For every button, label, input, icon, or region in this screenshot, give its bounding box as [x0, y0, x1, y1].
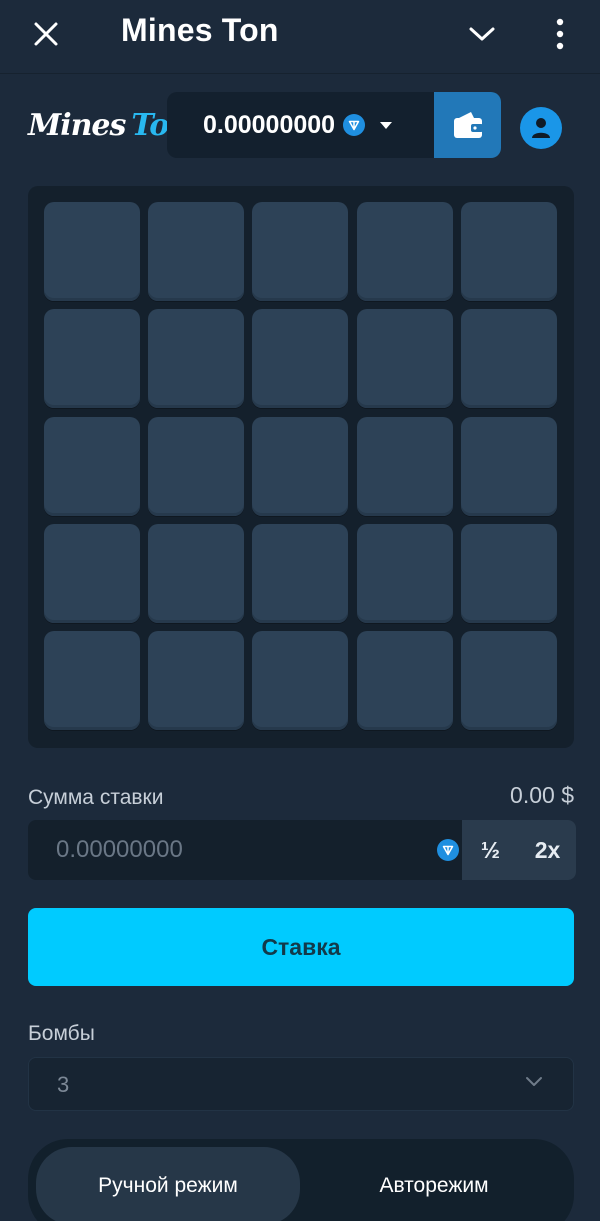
mine-tile[interactable] — [148, 631, 245, 731]
mine-tile[interactable] — [460, 202, 557, 301]
mine-tile[interactable] — [44, 416, 140, 516]
bombs-selected-value: 3 — [57, 1072, 70, 1097]
bet-amount-input[interactable]: 0.00000000 — [56, 836, 183, 864]
mine-tile[interactable] — [252, 523, 349, 623]
caret-down-icon — [380, 122, 393, 129]
mine-tile[interactable] — [252, 202, 349, 301]
balance-amount: 0.00000000 — [203, 110, 336, 139]
mine-tile[interactable] — [148, 416, 245, 516]
mine-tile[interactable] — [356, 523, 453, 623]
mine-tile[interactable] — [252, 309, 349, 409]
ton-icon — [343, 114, 366, 136]
tab-auto-mode[interactable]: Авторежим — [302, 1147, 566, 1221]
bet-usd-value: 0.00 $ — [510, 782, 574, 808]
mine-tile[interactable] — [460, 523, 557, 623]
bet-amount-label: Сумма ставки — [28, 786, 164, 809]
mine-tile[interactable] — [460, 309, 557, 409]
mine-tile[interactable] — [460, 416, 557, 516]
bet-multiplier-buttons: ½ 2x — [462, 820, 576, 880]
stake-button[interactable]: Ставка — [28, 908, 574, 986]
ton-icon — [437, 839, 459, 861]
mine-tile[interactable] — [44, 523, 140, 623]
mine-tile[interactable] — [252, 631, 349, 731]
currency-dropdown-button[interactable] — [379, 120, 393, 130]
double-bet-button[interactable]: 2x — [519, 820, 576, 880]
tab-manual-mode[interactable]: Ручной режим — [36, 1147, 300, 1221]
wallet-icon — [453, 112, 483, 138]
wallet-button[interactable] — [434, 92, 501, 158]
logo-word-mines: Mines — [28, 108, 126, 143]
mine-tile[interactable] — [460, 631, 557, 731]
more-options-button[interactable] — [540, 12, 580, 56]
mine-tile[interactable] — [356, 309, 453, 409]
chevron-down-icon — [469, 27, 495, 41]
mines-grid — [28, 186, 574, 748]
balance-display[interactable]: 0.00000000 — [167, 92, 501, 158]
mine-tile[interactable] — [356, 631, 453, 731]
close-icon — [34, 22, 58, 46]
user-icon — [532, 118, 550, 138]
app-logo: Mines Ton — [28, 108, 190, 148]
half-bet-button[interactable]: ½ — [462, 820, 519, 880]
mine-tile[interactable] — [356, 416, 453, 516]
mine-tile[interactable] — [148, 523, 245, 623]
mine-tile[interactable] — [148, 202, 245, 301]
chevron-down-icon — [525, 1076, 543, 1088]
collapse-button[interactable] — [460, 14, 504, 54]
mine-tile[interactable] — [356, 202, 453, 301]
mine-tile[interactable] — [44, 631, 140, 731]
more-vertical-icon — [556, 18, 564, 50]
mine-tile[interactable] — [252, 416, 349, 516]
top-bar: Mines Ton — [0, 0, 600, 74]
mine-tile[interactable] — [44, 202, 140, 301]
mode-toggle: Ручной режим Авторежим — [28, 1139, 574, 1221]
bet-amount-field: 0.00000000 ½ 2x — [28, 820, 576, 880]
account-button[interactable] — [520, 107, 562, 149]
bombs-select[interactable]: 3 — [28, 1057, 574, 1111]
bombs-label: Бомбы — [28, 1022, 95, 1045]
mine-tile[interactable] — [44, 309, 140, 409]
mine-tile[interactable] — [148, 309, 245, 409]
page-title: Mines Ton — [121, 12, 279, 48]
close-button[interactable] — [22, 14, 70, 54]
